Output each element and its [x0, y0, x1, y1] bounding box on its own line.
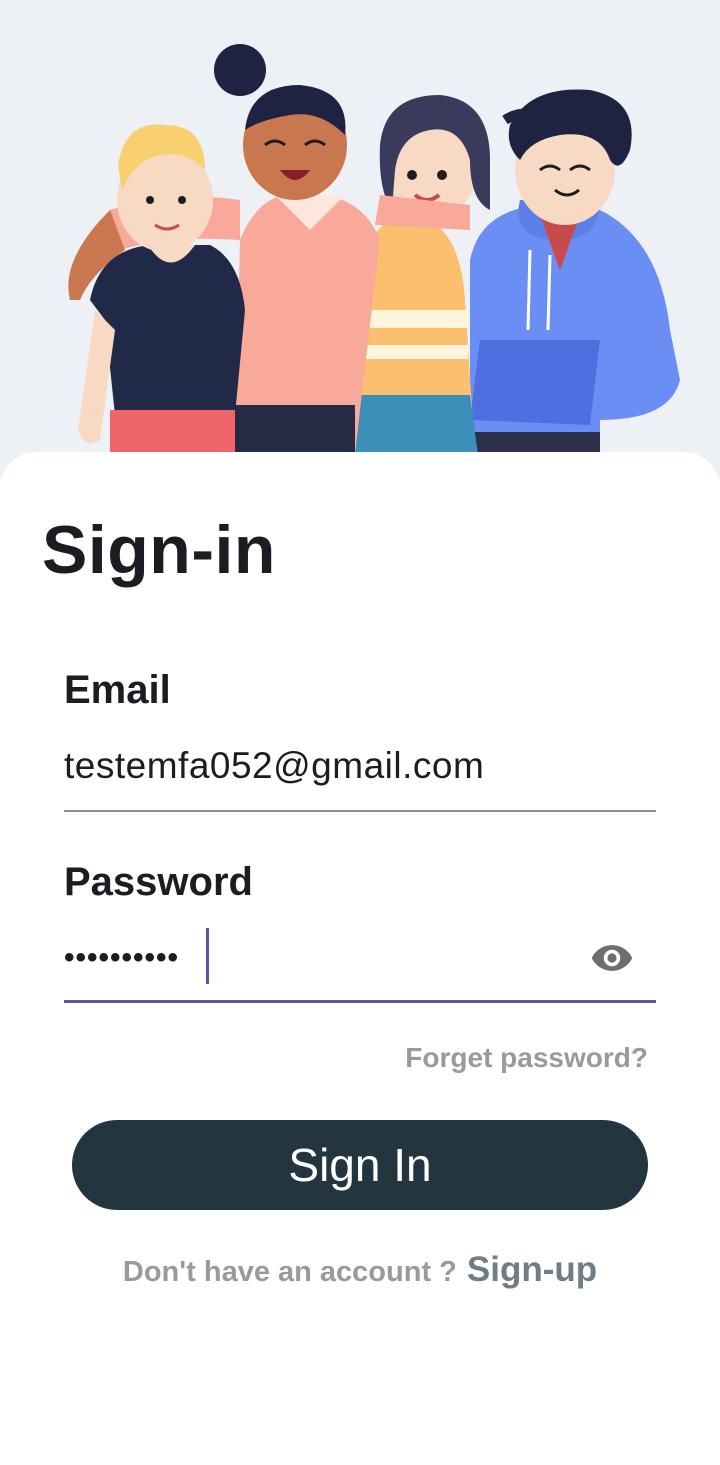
person-navy-tee [78, 124, 245, 455]
signup-row: Don't have an account ? Sign-up [0, 1250, 720, 1290]
signin-card: Sign-in Email testemfa052@gmail.com Pass… [0, 452, 720, 1465]
sign-up-link[interactable]: Sign-up [467, 1250, 597, 1290]
password-field[interactable]: •••••••••• [64, 926, 656, 1003]
friends-illustration [68, 44, 680, 455]
page-title: Sign-in [42, 512, 276, 588]
person-blue-hoodie [470, 89, 680, 455]
email-value: testemfa052@gmail.com [64, 745, 485, 786]
eye-icon[interactable] [590, 936, 634, 980]
email-label: Email [64, 668, 171, 712]
signup-prompt: Don't have an account ? [122, 1256, 457, 1288]
forget-password-link[interactable]: Forget password? [405, 1044, 648, 1072]
sign-in-button[interactable]: Sign In [72, 1120, 648, 1210]
email-field[interactable]: testemfa052@gmail.com [64, 740, 656, 812]
hero-illustration [0, 0, 720, 480]
password-label: Password [64, 860, 253, 904]
text-caret [206, 928, 209, 984]
password-value: •••••••••• [64, 941, 180, 974]
